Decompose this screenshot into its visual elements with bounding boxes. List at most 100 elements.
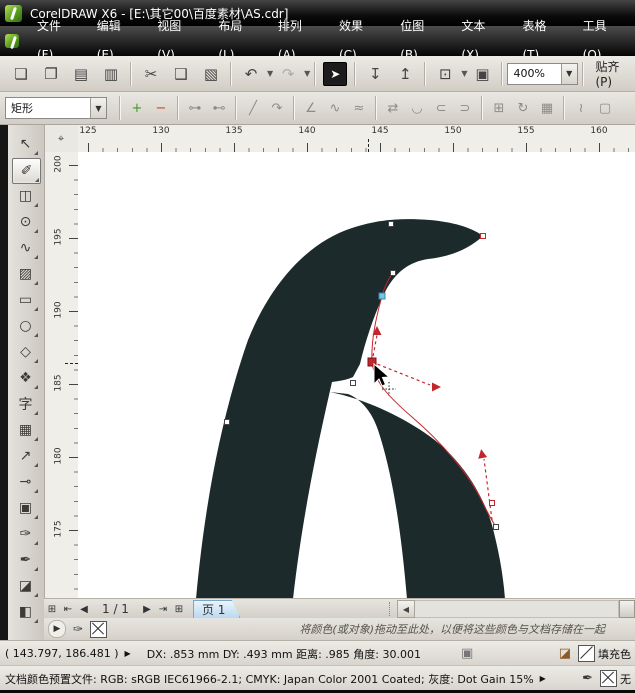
- interactive-fill-tool[interactable]: ◧: [12, 600, 39, 624]
- welcome-screen-icon[interactable]: ▣: [470, 62, 494, 86]
- export-icon[interactable]: ↥: [393, 62, 417, 86]
- vertical-ruler[interactable]: 200195190185180175: [44, 152, 79, 598]
- coords-expander-icon[interactable]: ▶: [125, 649, 131, 658]
- connector-tool[interactable]: ⊸: [12, 470, 39, 494]
- vruler-label: 180: [54, 447, 64, 464]
- smooth-node-icon[interactable]: ∿: [325, 98, 345, 118]
- preset-combo-arrow-icon[interactable]: ▼: [90, 98, 106, 118]
- open-icon[interactable]: ❐: [39, 62, 63, 86]
- zoom-combo-arrow-icon[interactable]: ▼: [561, 64, 577, 84]
- rectangle-tool[interactable]: ▭: [12, 288, 39, 312]
- freehand-tool[interactable]: ∿: [12, 236, 39, 260]
- fill-color-swatch[interactable]: [578, 645, 595, 662]
- palette-eyedropper-icon[interactable]: ✑: [70, 621, 86, 637]
- path-node[interactable]: [494, 525, 499, 530]
- no-color-swatch[interactable]: [90, 621, 107, 638]
- cut-icon[interactable]: ✂: [139, 62, 163, 86]
- outline-pen-tool[interactable]: ✒: [12, 548, 39, 572]
- new-document-icon[interactable]: ❏: [9, 62, 33, 86]
- add-page-icon-end[interactable]: ⊞: [171, 604, 187, 615]
- convert-to-curve-icon[interactable]: ↷: [267, 98, 287, 118]
- shape-tool[interactable]: ✐: [12, 158, 41, 184]
- table-tool[interactable]: ▦: [12, 418, 39, 442]
- dimension-tool[interactable]: ↗: [12, 444, 39, 468]
- fill-color-label: 填充色: [598, 646, 631, 662]
- rotate-nodes-icon[interactable]: ↻: [513, 98, 533, 118]
- extend-curve-icon[interactable]: ⊃: [455, 98, 475, 118]
- zoom-tool-icon: ⊙: [20, 214, 32, 230]
- preset-combo[interactable]: 矩形 ▼: [5, 97, 107, 119]
- search-content-icon[interactable]: ➤: [323, 62, 347, 86]
- profile-expander-icon[interactable]: ▶: [540, 674, 546, 683]
- print-icon[interactable]: ▥: [99, 62, 123, 86]
- snap-button[interactable]: 贴齐(P): [588, 56, 635, 91]
- start-node[interactable]: [379, 293, 385, 299]
- zoom-level-combo[interactable]: 400% ▼: [507, 63, 577, 85]
- undo-icon-dropdown[interactable]: ▼: [267, 69, 273, 78]
- stretch-nodes-icon[interactable]: ⊞: [489, 98, 509, 118]
- select-all-nodes-icon[interactable]: ▢: [595, 98, 615, 118]
- blend-tool[interactable]: ▣: [12, 496, 39, 520]
- path-node[interactable]: [225, 420, 230, 425]
- outline-color-swatch[interactable]: [600, 670, 617, 687]
- copy-icon[interactable]: ❑: [169, 62, 193, 86]
- break-curve-icon[interactable]: ⊷: [209, 98, 229, 118]
- symmetric-node-icon[interactable]: ≈: [349, 98, 369, 118]
- path-node-red[interactable]: [490, 501, 495, 506]
- text-tool[interactable]: 字: [12, 392, 39, 416]
- last-page-icon[interactable]: ⇥: [155, 604, 171, 615]
- fill-bucket-icon: ◪: [559, 646, 571, 661]
- path-node[interactable]: [391, 271, 396, 276]
- redo-icon[interactable]: ↷: [276, 62, 300, 86]
- save-icon[interactable]: ▤: [69, 62, 93, 86]
- add-node-icon[interactable]: +: [127, 98, 147, 118]
- basic-shapes-tool[interactable]: ❖: [12, 366, 39, 390]
- first-page-icon[interactable]: ⇤: [60, 604, 76, 615]
- horizontal-scrollbar[interactable]: ◀: [389, 600, 635, 618]
- drawing-canvas[interactable]: [78, 152, 635, 598]
- add-page-icon[interactable]: ⊞: [44, 604, 60, 615]
- align-nodes-icon[interactable]: ▦: [537, 98, 557, 118]
- toolbar-separator: [354, 62, 356, 86]
- redo-icon-dropdown[interactable]: ▼: [304, 69, 310, 78]
- fill-tool[interactable]: ◪: [12, 574, 39, 598]
- convert-to-line-icon[interactable]: ╱: [243, 98, 263, 118]
- scroll-left-icon[interactable]: ◀: [397, 600, 415, 618]
- vruler-label: 190: [54, 301, 64, 318]
- control-handle-arrow[interactable]: [477, 448, 487, 458]
- path-node-red[interactable]: [481, 234, 486, 239]
- pick-tool[interactable]: ↖: [12, 132, 39, 156]
- object-info-icon[interactable]: ▣: [461, 646, 473, 661]
- page-tab[interactable]: 页 1: [193, 600, 240, 618]
- zoom-level-value: 400%: [508, 67, 560, 80]
- polygon-tool[interactable]: ◇: [12, 340, 39, 364]
- cusp-node-icon[interactable]: ∠: [301, 98, 321, 118]
- ruler-origin[interactable]: ⌖: [44, 125, 79, 153]
- delete-node-icon[interactable]: −: [151, 98, 171, 118]
- measurement-readout: DX: .853 mm DY: .493 mm 距离: .985 角度: 30.…: [137, 646, 421, 662]
- reverse-direction-icon[interactable]: ⇄: [383, 98, 403, 118]
- elastic-mode-icon[interactable]: ≀: [571, 98, 591, 118]
- close-curve-icon[interactable]: ◡: [407, 98, 427, 118]
- scrollbar-thumb[interactable]: [619, 600, 635, 618]
- horizontal-ruler[interactable]: 125130135140145150155160: [78, 125, 635, 153]
- path-node[interactable]: [389, 222, 394, 227]
- extract-subpath-icon[interactable]: ⊂: [431, 98, 451, 118]
- color-eyedropper-tool[interactable]: ✑: [12, 522, 39, 546]
- prev-page-icon[interactable]: ◀: [76, 604, 92, 615]
- palette-flyout-icon[interactable]: ▶: [48, 620, 66, 638]
- app-launcher-icon-dropdown[interactable]: ▼: [461, 69, 467, 78]
- app-launcher-icon[interactable]: ⊡: [433, 62, 457, 86]
- next-page-icon[interactable]: ▶: [139, 604, 155, 615]
- paste-icon[interactable]: ▧: [199, 62, 223, 86]
- import-icon[interactable]: ↧: [363, 62, 387, 86]
- scrollbar-track[interactable]: [415, 600, 619, 618]
- undo-icon[interactable]: ↶: [239, 62, 263, 86]
- path-node[interactable]: [351, 381, 356, 386]
- zoom-tool[interactable]: ⊙: [12, 210, 39, 234]
- crop-tool[interactable]: ◫: [12, 184, 39, 208]
- control-handle-arrow[interactable]: [432, 383, 441, 392]
- smart-fill-tool[interactable]: ▨: [12, 262, 39, 286]
- join-nodes-icon[interactable]: ⊶: [185, 98, 205, 118]
- ellipse-tool[interactable]: ○: [12, 314, 39, 338]
